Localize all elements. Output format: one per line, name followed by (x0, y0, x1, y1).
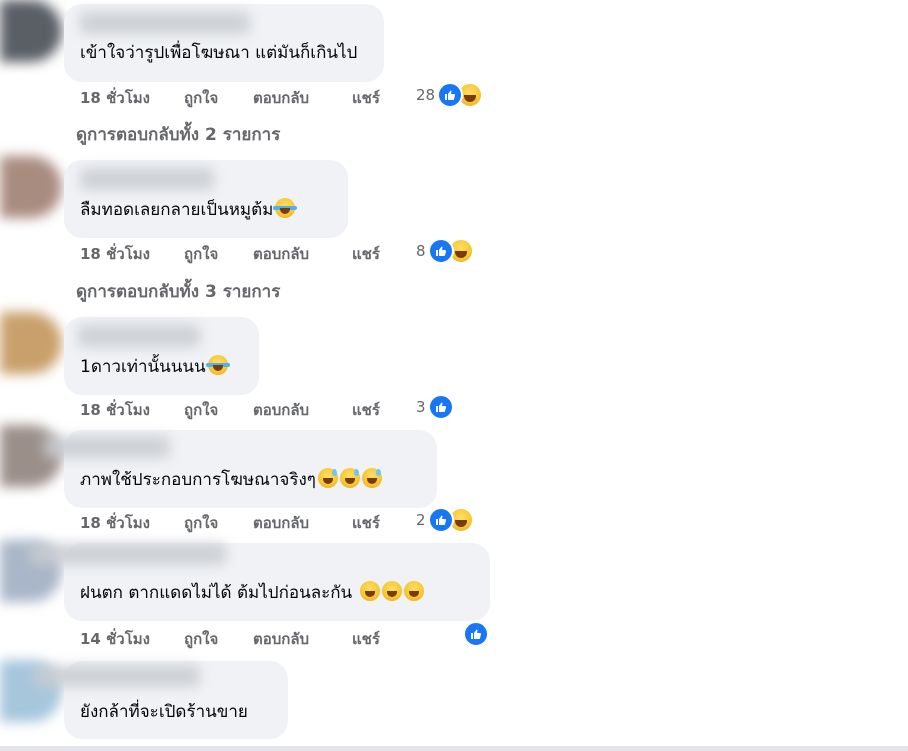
sweat-smile-emoji (317, 468, 338, 488)
commenter-name-redacted[interactable] (80, 168, 214, 190)
like-button[interactable]: ถูกใจ (184, 511, 218, 535)
reaction-count: 8 (416, 242, 426, 260)
like-button[interactable]: ถูกใจ (184, 242, 218, 266)
comment-timestamp[interactable]: 18 ชั่วโมง (80, 511, 150, 535)
comment-text: ภาพใช้ประกอบการโฆษณาจริงๆ (80, 468, 382, 491)
like-icon (427, 507, 454, 533)
comment-text: ยังกล้าที่จะเปิดร้านขาย (80, 701, 248, 723)
comment-text-body: ลืมทอดเลยกลายเป็นหมูต้ม (80, 200, 274, 220)
comment-bubble: ภาพใช้ประกอบการโฆษณาจริงๆ (44, 430, 437, 508)
comment-timestamp[interactable]: 18 ชั่วโมง (80, 242, 150, 266)
comment-text-body: 1ดาวเท่านั้นนนน (80, 357, 206, 377)
comment-bubble: ฝนตก ตากแดดไม่ได้ ต้มไปก่อนละกัน (30, 543, 490, 621)
commenter-name-redacted[interactable] (44, 436, 170, 458)
reaction-summary[interactable]: 2 (416, 507, 474, 533)
grin-emoji (403, 581, 424, 601)
like-icon (463, 621, 489, 647)
reaction-summary[interactable]: 28 (416, 82, 484, 108)
comment-text: ฝนตก ตากแดดไม่ได้ ต้มไปก่อนละกัน (80, 581, 424, 604)
reaction-count: 28 (416, 86, 436, 104)
scroll-edge-divider (0, 746, 908, 751)
commenter-avatar[interactable] (0, 312, 62, 374)
crying-laughing-emoji (205, 355, 230, 375)
share-button[interactable]: แชร์ (352, 627, 380, 651)
commenter-avatar[interactable] (0, 0, 62, 62)
reply-button[interactable]: ตอบกลับ (253, 511, 309, 535)
view-replies-link[interactable]: ดูการตอบกลับทั้ง 3 รายการ (76, 278, 280, 305)
share-button[interactable]: แชร์ (352, 398, 380, 422)
comment-bubble: เข้าใจว่ารูปเพื่อโฆษณา แต่มันก็เกินไป (64, 4, 384, 82)
comment-text: เข้าใจว่ารูปเพื่อโฆษณา แต่มันก็เกินไป (80, 42, 357, 64)
comment-bubble: ยังกล้าที่จะเปิดร้านขาย (34, 661, 288, 739)
reaction-summary[interactable] (461, 621, 489, 647)
commenter-name-redacted[interactable] (78, 325, 200, 347)
reply-button[interactable]: ตอบกลับ (253, 242, 309, 266)
share-button[interactable]: แชร์ (352, 511, 380, 535)
comment-bubble: 1ดาวเท่านั้นนนน (64, 317, 259, 395)
like-button[interactable]: ถูกใจ (184, 627, 218, 651)
commenter-avatar[interactable] (0, 156, 62, 218)
like-icon (427, 394, 454, 420)
comment-timestamp[interactable]: 14 ชั่วโมง (80, 627, 150, 651)
comment-text: ลืมทอดเลยกลายเป็นหมูต้ม (80, 198, 298, 221)
comment-text-body: ภาพใช้ประกอบการโฆษณาจริงๆ (80, 470, 316, 490)
crying-laughing-emoji (273, 198, 298, 218)
sweat-smile-emoji (339, 468, 360, 488)
commenter-name-redacted[interactable] (80, 12, 250, 34)
comment-text-body: ยังกล้าที่จะเปิดร้านขาย (80, 702, 248, 722)
sweat-smile-emoji (361, 468, 382, 488)
comment-text-body: ฝนตก ตากแดดไม่ได้ ต้มไปก่อนละกัน (80, 583, 353, 603)
comment-text-body: เข้าใจว่ารูปเพื่อโฆษณา แต่มันก็เกินไป (80, 43, 358, 63)
comment-timestamp[interactable]: 18 ชั่วโมง (80, 86, 150, 110)
commenter-name-redacted[interactable] (34, 665, 200, 687)
like-button[interactable]: ถูกใจ (184, 398, 218, 422)
comment-timestamp[interactable]: 18 ชั่วโมง (80, 398, 150, 422)
reply-button[interactable]: ตอบกลับ (253, 398, 309, 422)
like-button[interactable]: ถูกใจ (184, 86, 218, 110)
reply-button[interactable]: ตอบกลับ (253, 627, 309, 651)
reaction-count: 3 (416, 398, 426, 416)
grin-emoji (359, 581, 380, 601)
reaction-summary[interactable]: 3 (416, 394, 454, 420)
reply-button[interactable]: ตอบกลับ (253, 86, 309, 110)
commenter-name-redacted[interactable] (30, 543, 226, 565)
grin-emoji (381, 581, 402, 601)
like-icon (437, 82, 464, 108)
comment-bubble: ลืมทอดเลยกลายเป็นหมูต้ม (64, 160, 348, 238)
view-replies-link[interactable]: ดูการตอบกลับทั้ง 2 รายการ (76, 121, 280, 148)
share-button[interactable]: แชร์ (352, 242, 380, 266)
reaction-count: 2 (416, 511, 426, 529)
share-button[interactable]: แชร์ (352, 86, 380, 110)
like-icon (427, 238, 454, 264)
reaction-summary[interactable]: 8 (416, 238, 474, 264)
comment-text: 1ดาวเท่านั้นนนน (80, 355, 230, 378)
